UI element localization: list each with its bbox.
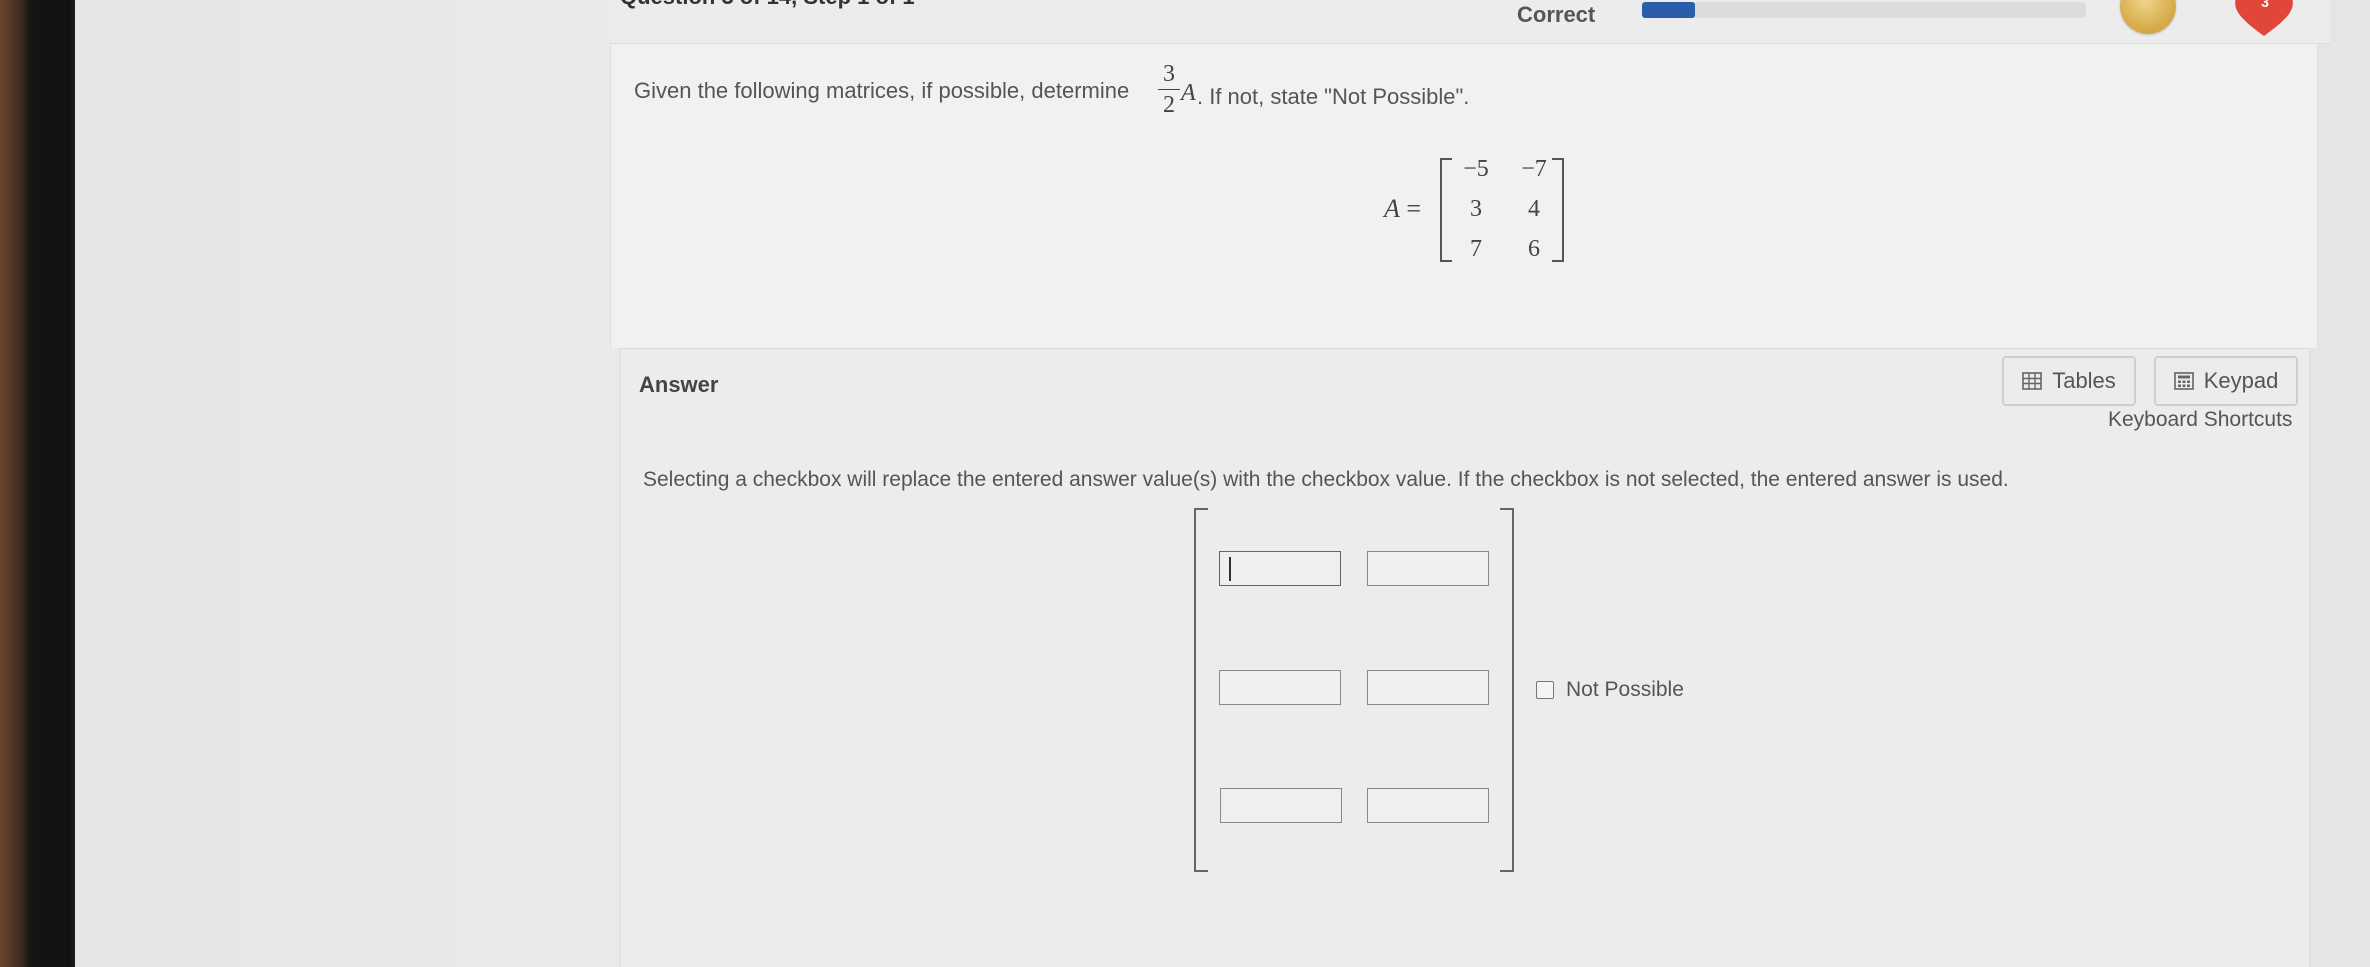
text-cursor [1229,557,1231,581]
question-prompt: Given the following matrices, if possibl… [634,78,1130,103]
matrix-label: A = [1384,194,1421,224]
fraction-coefficient: 3 2 [1158,60,1180,119]
hearts-count: 3 [2261,0,2269,10]
not-possible-checkbox[interactable] [1536,681,1554,699]
keyboard-shortcuts-link[interactable]: Keyboard Shortcuts [2108,408,2292,432]
fraction-bar [1158,89,1180,90]
matrix-cell: 4 [1528,196,1540,222]
answer-cell-input[interactable] [1219,551,1341,586]
matrix-cell: 3 [1470,196,1482,222]
tables-button-label: Tables [2052,368,2116,393]
fraction-numerator: 3 [1163,61,1175,87]
answer-heading: Answer [639,372,719,397]
checkbox-instructions: Selecting a checkbox will replace the en… [643,468,2009,491]
question-step-heading: Question 3 of 14, Step 1 of 1 [620,0,915,10]
answer-cell-input[interactable] [1367,551,1489,586]
answer-cell-input[interactable] [1367,788,1489,823]
keypad-button-label: Keypad [2203,368,2279,393]
matrix-cell: −7 [1521,156,1547,182]
progress-bar [1642,2,2086,18]
calculator-icon [2173,372,2194,390]
equals-sign: = [1406,194,1422,223]
answer-card [620,348,2310,967]
not-possible-label[interactable]: Not Possible [1566,678,1684,702]
answer-matrix-left-bracket [1194,508,1208,872]
answer-cell-input[interactable] [1219,670,1341,705]
monitor-bezel [0,0,75,967]
matrix-cell: −5 [1463,156,1489,182]
answer-cell-input[interactable] [1220,788,1342,823]
matrix-cell: 7 [1470,236,1482,262]
answer-matrix-right-bracket [1500,508,1514,872]
table-grid-icon [2022,372,2043,390]
fraction-denominator: 2 [1163,92,1175,118]
answer-cell-input[interactable] [1367,670,1489,705]
matrix-name: A [1384,194,1400,223]
status-text: Correct [1517,2,1596,27]
keypad-button[interactable]: Keypad [2154,356,2298,406]
matrix-variable: A [1181,80,1196,106]
page-margin-left [75,0,615,967]
question-prompt-end: . If not, state "Not Possible". [1197,84,1470,109]
progress-fill [1642,2,1696,18]
matrix-cell: 6 [1528,236,1540,262]
tables-button[interactable]: Tables [2002,356,2136,406]
